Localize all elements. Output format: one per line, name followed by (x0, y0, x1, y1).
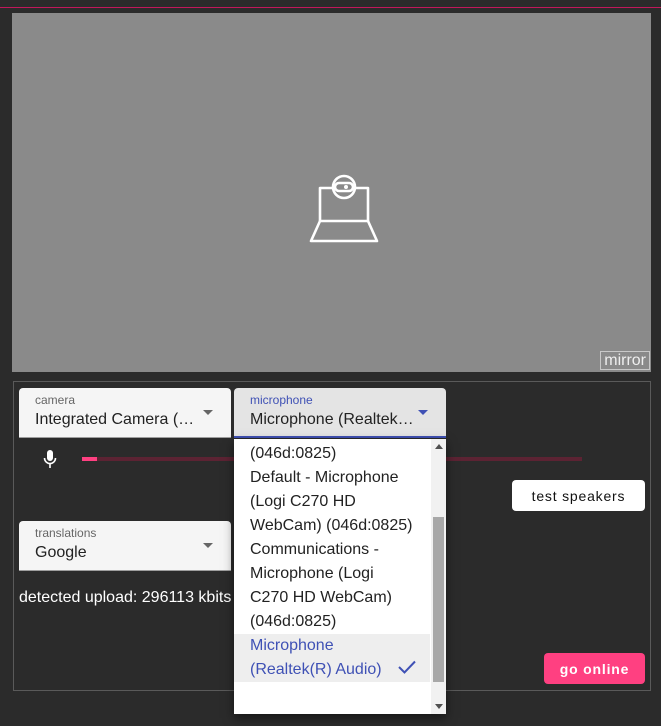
webcam-icon (309, 174, 379, 243)
microphone-select-value: Microphone (Realtek… (250, 411, 414, 428)
scroll-down-arrow-icon[interactable] (435, 704, 443, 709)
video-preview: mirror (12, 13, 651, 372)
checkmark-icon (398, 660, 416, 674)
microphone-select-label: microphone (250, 393, 313, 407)
camera-select-label: camera (35, 393, 76, 407)
top-divider (0, 0, 661, 8)
dropdown-arrow-icon (418, 410, 428, 415)
go-online-button[interactable]: go online (544, 653, 645, 684)
translations-select[interactable]: translations Google (19, 521, 231, 571)
test-speakers-button[interactable]: test speakers (512, 480, 645, 511)
microphone-option[interactable]: Default - Microphone (Logi C270 HD WebCa… (234, 466, 430, 538)
microphone-options-menu: (046d:0825) Default - Microphone (Logi C2… (234, 439, 446, 714)
microphone-option[interactable]: (046d:0825) (234, 442, 430, 466)
dropdown-arrow-icon (203, 543, 213, 548)
mirror-button[interactable]: mirror (600, 351, 650, 370)
microphone-option-label: Communications - Microphone (Logi C270 H… (250, 541, 392, 630)
microphone-icon (43, 450, 57, 468)
scrollbar-thumb[interactable] (433, 517, 444, 682)
microphone-option[interactable]: Communications - Microphone (Logi C270 H… (234, 538, 430, 634)
microphone-option-label: Microphone (Realtek(R) Audio) (250, 637, 382, 678)
microphone-option-label: Default - Microphone (Logi C270 HD WebCa… (250, 469, 413, 534)
microphone-option-label: (046d:0825) (250, 445, 337, 462)
menu-scrollbar[interactable] (431, 439, 446, 714)
camera-select[interactable]: camera Integrated Camera (… (19, 388, 231, 438)
upload-status-text: detected upload: 296113 kbits (19, 589, 232, 606)
options-list: (046d:0825) Default - Microphone (Logi C2… (234, 442, 430, 682)
microphone-level-fill (82, 457, 97, 461)
dropdown-arrow-icon (203, 410, 213, 415)
translations-select-label: translations (35, 526, 97, 540)
camera-select-value: Integrated Camera (… (35, 411, 195, 428)
microphone-select[interactable]: microphone Microphone (Realtek… (234, 388, 446, 438)
translations-select-value: Google (35, 544, 87, 561)
microphone-option[interactable]: Microphone (Realtek(R) Audio) (234, 634, 430, 682)
scroll-up-arrow-icon[interactable] (435, 444, 443, 449)
